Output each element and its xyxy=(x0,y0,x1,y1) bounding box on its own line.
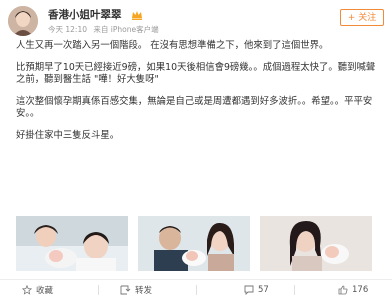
paragraph-3: 這次整個懷孕期真係百感交集，無論是自己或是周遭都遇到好多波折。。希望。。平平安安… xyxy=(16,95,373,120)
follow-button[interactable]: + 关注 xyxy=(340,9,384,26)
post-content: 人生又再一次踏入另一個階段。 在沒有思想準備之下，他來到了這個世界。 比預期早了… xyxy=(16,40,384,143)
footer-separator xyxy=(294,285,295,295)
username[interactable]: 香港小姐叶翠翠 xyxy=(48,7,122,22)
photo-grid xyxy=(16,216,376,271)
paragraph-4: 好掛住家中三隻反斗星。 xyxy=(16,129,120,141)
comment-button[interactable]: 57 xyxy=(244,280,269,300)
photo-2[interactable] xyxy=(138,216,250,271)
collect-button[interactable]: 收藏 xyxy=(22,280,53,300)
collect-label: 收藏 xyxy=(36,286,54,296)
star-icon xyxy=(22,285,32,295)
repost-icon xyxy=(120,285,131,295)
paragraph-2: 比預期早了10天已經接近9磅，如果10天後相信會9磅幾。。成個過程太快了。聽到喊… xyxy=(16,61,376,86)
paragraph-1: 人生又再一次踏入另一個階段。 在沒有思想準備之下，他來到了這個世界。 xyxy=(16,40,329,51)
post-meta: 今天 12:10 来自 iPhone客户端 xyxy=(48,24,163,35)
comment-count: 57 xyxy=(258,285,269,295)
post-header: 香港小姐叶翠翠 今天 12:10 来自 iPhone客户端 + 关注 xyxy=(8,6,384,36)
comment-icon xyxy=(244,285,254,295)
crown-icon xyxy=(131,6,143,20)
like-icon xyxy=(338,285,348,295)
like-count: 176 xyxy=(352,285,369,295)
post-source: 来自 iPhone客户端 xyxy=(93,25,159,34)
footer-separator xyxy=(196,285,197,295)
avatar[interactable] xyxy=(8,6,38,36)
repost-label: 转发 xyxy=(135,286,153,296)
photo-3[interactable] xyxy=(260,216,372,271)
post-footer: 收藏 转发 57 176 xyxy=(0,280,392,300)
post-time[interactable]: 今天 12:10 xyxy=(48,25,87,34)
like-button[interactable]: 176 xyxy=(338,280,368,300)
photo-1[interactable] xyxy=(16,216,128,271)
repost-button[interactable]: 转发 xyxy=(120,280,152,300)
footer-separator xyxy=(98,285,99,295)
